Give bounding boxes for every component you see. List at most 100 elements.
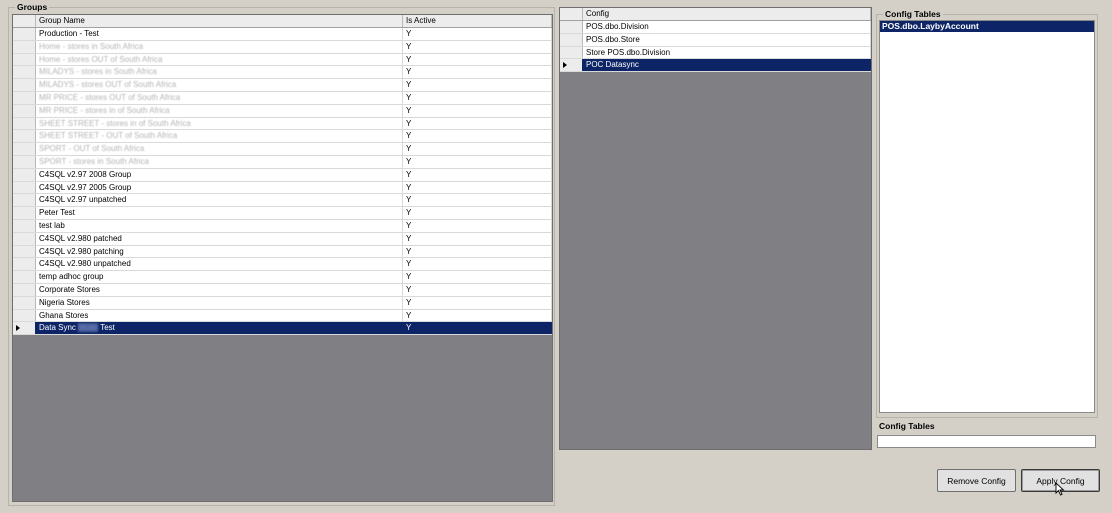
table-row[interactable]: C4SQL v2.97 2005 Group Y <box>13 181 552 195</box>
table-row[interactable]: SHEET STREET - OUT of South Africa Y <box>13 130 552 144</box>
row-header[interactable] <box>13 271 36 283</box>
row-header[interactable] <box>13 40 36 53</box>
is-active-cell[interactable]: Y <box>403 53 552 66</box>
row-header[interactable] <box>13 28 36 40</box>
group-name-cell[interactable]: C4SQL v2.97 unpatched <box>36 194 403 207</box>
group-name-cell[interactable]: MR PRICE - stores in of South Africa <box>36 104 403 117</box>
is-active-cell[interactable]: Y <box>403 309 552 322</box>
config-grid[interactable]: Config POS.dbo.Division POS.dbo.Store Stor… <box>559 7 872 450</box>
row-header[interactable] <box>13 53 36 66</box>
group-name-cell[interactable]: SHEET STREET - stores in of South Africa <box>36 117 403 130</box>
is-active-cell[interactable]: Y <box>403 117 552 130</box>
group-name-cell[interactable]: temp adhoc group <box>36 271 403 283</box>
group-name-cell[interactable]: Home - stores OUT of South Africa <box>36 53 403 66</box>
config-tables-list[interactable]: POS.dbo.LaybyAccount <box>879 20 1095 413</box>
row-header[interactable] <box>13 168 36 181</box>
is-active-cell[interactable]: Y <box>403 168 552 181</box>
table-row[interactable]: temp adhoc group Y <box>13 271 552 284</box>
row-header[interactable] <box>13 322 36 335</box>
table-row[interactable]: SPORT - OUT of South Africa Y <box>13 143 552 156</box>
row-header[interactable] <box>560 21 583 33</box>
table-row[interactable]: MR PRICE - stores in of South Africa Y <box>13 104 552 118</box>
table-row[interactable]: C4SQL v2.980 patched Y <box>13 232 552 246</box>
is-active-cell[interactable]: Y <box>403 258 552 271</box>
table-row[interactable]: MILADYS - stores in South Africa Y <box>13 66 552 80</box>
is-active-cell[interactable]: Y <box>403 40 552 53</box>
is-active-cell[interactable]: Y <box>403 104 552 117</box>
column-header-group-name[interactable]: Group Name <box>36 15 403 27</box>
group-name-cell[interactable]: Peter Test <box>36 207 403 219</box>
list-item[interactable]: POS.dbo.LaybyAccount <box>880 21 1094 32</box>
is-active-cell[interactable]: Y <box>403 28 552 40</box>
config-name-cell[interactable]: POC Datasync <box>583 59 871 72</box>
table-row[interactable]: MR PRICE - stores OUT of South Africa Y <box>13 91 552 105</box>
group-name-cell[interactable]: C4SQL v2.980 patched <box>36 232 403 245</box>
group-name-cell[interactable]: MILADYS - stores in South Africa <box>36 66 403 79</box>
table-row[interactable]: POS.dbo.Division <box>560 21 871 34</box>
row-header[interactable] <box>13 296 36 309</box>
config-name-cell[interactable]: POS.dbo.Store <box>583 33 871 46</box>
group-name-cell[interactable]: test lab <box>36 219 403 232</box>
groups-grid[interactable]: Group Name Is Active Production - Test Y H… <box>12 14 553 502</box>
is-active-cell[interactable]: Y <box>403 155 552 168</box>
table-row[interactable]: C4SQL v2.980 patching Y <box>13 245 552 259</box>
row-header[interactable] <box>13 91 36 104</box>
row-header[interactable] <box>13 283 36 296</box>
table-row[interactable]: Store POS.dbo.Division <box>560 46 871 60</box>
row-header[interactable] <box>13 143 36 155</box>
row-header[interactable] <box>560 59 583 72</box>
column-header-config[interactable]: Config <box>583 8 871 20</box>
config-name-cell[interactable]: Store POS.dbo.Division <box>583 46 871 59</box>
row-header[interactable] <box>13 219 36 232</box>
table-row[interactable]: POS.dbo.Store <box>560 33 871 47</box>
is-active-cell[interactable]: Y <box>403 219 552 232</box>
is-active-cell[interactable]: Y <box>403 271 552 283</box>
table-row[interactable]: Home - stores in South Africa Y <box>13 40 552 54</box>
table-row[interactable]: POC Datasync <box>560 59 871 73</box>
is-active-cell[interactable]: Y <box>403 91 552 104</box>
group-name-cell[interactable]: Ghana Stores <box>36 309 403 322</box>
row-header[interactable] <box>13 181 36 194</box>
table-row[interactable]: Nigeria Stores Y <box>13 296 552 310</box>
group-name-cell[interactable]: C4SQL v2.980 unpatched <box>36 258 403 271</box>
group-name-cell[interactable]: C4SQL v2.97 2008 Group <box>36 168 403 181</box>
remove-config-button[interactable]: Remove Config <box>937 469 1016 492</box>
row-header[interactable] <box>13 130 36 143</box>
row-header[interactable] <box>13 245 36 258</box>
group-name-cell[interactable]: Home - stores in South Africa <box>36 40 403 53</box>
row-header[interactable] <box>13 155 36 168</box>
table-row[interactable]: test lab Y <box>13 219 552 233</box>
row-header[interactable] <box>13 258 36 271</box>
table-row[interactable]: C4SQL v2.97 unpatched Y <box>13 194 552 208</box>
table-row[interactable]: MILADYS - stores OUT of South Africa Y <box>13 79 552 92</box>
is-active-cell[interactable]: Y <box>403 181 552 194</box>
table-row[interactable]: Home - stores OUT of South Africa Y <box>13 53 552 67</box>
group-name-cell[interactable]: MILADYS - stores OUT of South Africa <box>36 79 403 91</box>
table-row[interactable]: SHEET STREET - stores in of South Africa… <box>13 117 552 131</box>
is-active-cell[interactable]: Y <box>403 245 552 258</box>
group-name-cell[interactable]: SPORT - stores in South Africa <box>36 155 403 168</box>
is-active-cell[interactable]: Y <box>403 130 552 143</box>
group-name-cell[interactable]: Production - Test <box>36 28 403 40</box>
is-active-cell[interactable]: Y <box>403 207 552 219</box>
row-header[interactable] <box>13 117 36 130</box>
table-row[interactable]: Peter Test Y <box>13 207 552 220</box>
column-header-is-active[interactable]: Is Active <box>403 15 552 27</box>
is-active-cell[interactable]: Y <box>403 66 552 79</box>
table-row[interactable]: Corporate Stores Y <box>13 283 552 297</box>
row-header[interactable] <box>560 33 583 46</box>
is-active-cell[interactable]: Y <box>403 283 552 296</box>
group-name-cell[interactable]: Nigeria Stores <box>36 296 403 309</box>
row-header[interactable] <box>13 104 36 117</box>
table-row[interactable]: Data Sync Mralo Test Y <box>13 322 552 336</box>
table-row[interactable]: C4SQL v2.980 unpatched Y <box>13 258 552 272</box>
is-active-cell[interactable]: Y <box>403 296 552 309</box>
row-header[interactable] <box>13 194 36 207</box>
is-active-cell[interactable]: Y <box>403 232 552 245</box>
is-active-cell[interactable]: Y <box>403 194 552 207</box>
is-active-cell[interactable]: Y <box>403 79 552 91</box>
row-header[interactable] <box>13 207 36 219</box>
group-name-cell[interactable]: C4SQL v2.97 2005 Group <box>36 181 403 194</box>
group-name-cell[interactable]: Corporate Stores <box>36 283 403 296</box>
row-header[interactable] <box>13 232 36 245</box>
